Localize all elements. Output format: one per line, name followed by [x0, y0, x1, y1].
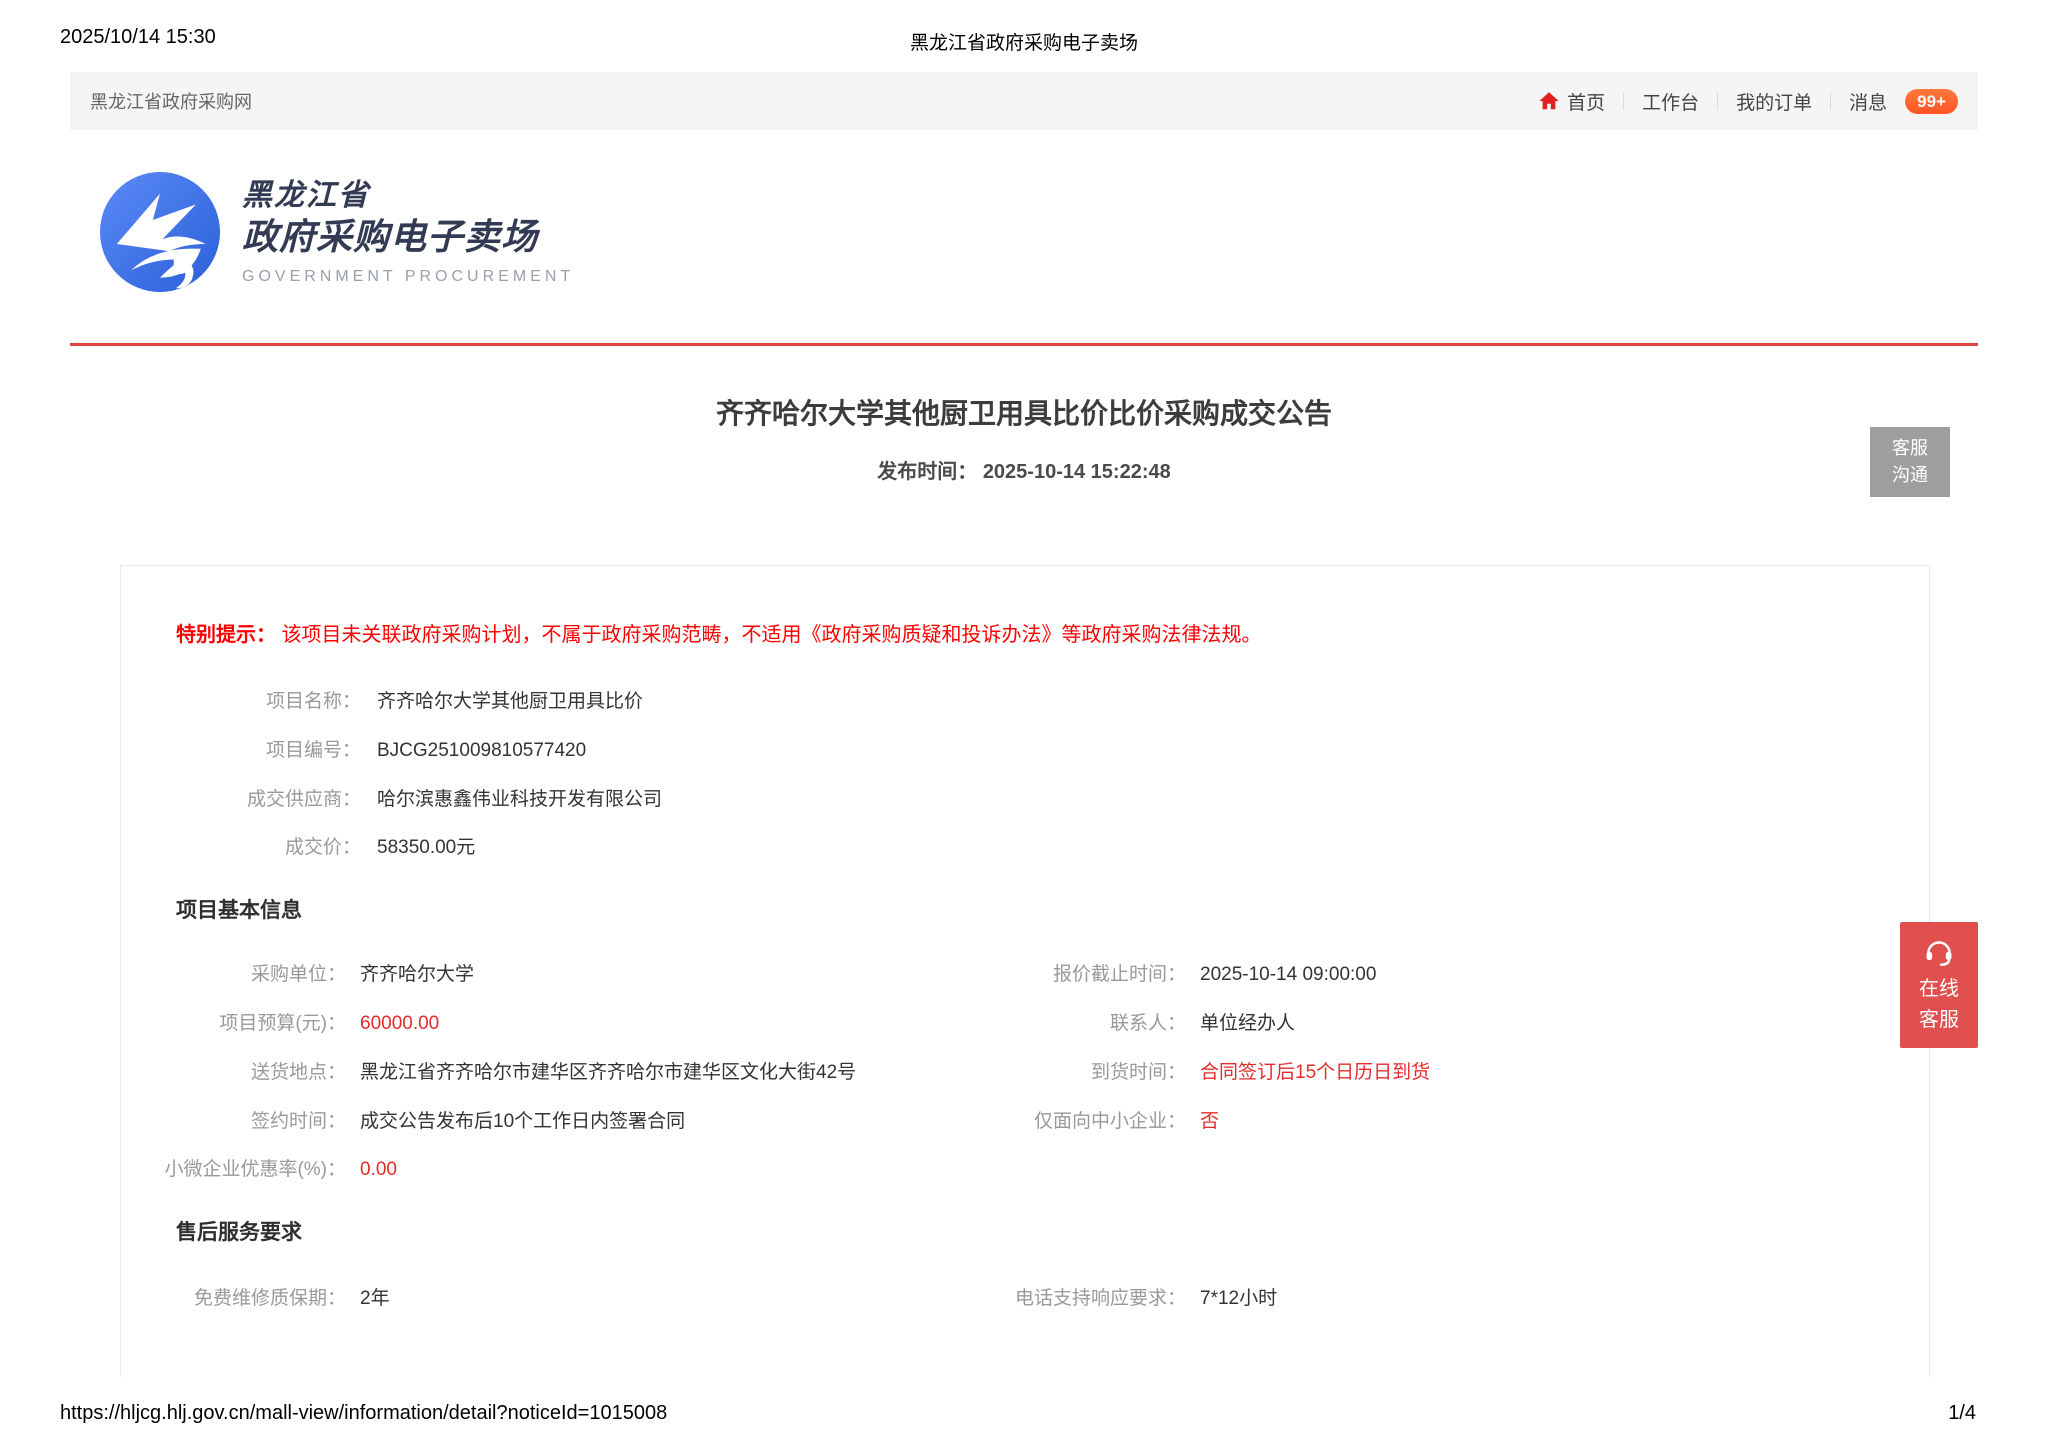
nav-home[interactable]: 首页 [1538, 88, 1605, 115]
field-value: 齐齐哈尔大学其他厨卫用具比价 [377, 691, 643, 714]
field-deal-price: 成交价： 58350.00元 [121, 837, 1929, 860]
field-label: 报价截止时间： [936, 964, 1186, 987]
special-alert: 特别提示： 该项目未关联政府采购计划，不属于政府采购范畴，不适用《政府采购质疑和… [121, 566, 1929, 647]
nav-divider [1830, 92, 1831, 110]
field-value: 2年 [360, 1288, 390, 1311]
basic-info-grid: 采购单位： 齐齐哈尔大学 报价截止时间： 2025-10-14 09:00:00… [121, 964, 1929, 1182]
nav-workbench-label: 工作台 [1642, 88, 1699, 115]
field-label: 项目名称： [121, 691, 361, 714]
publish-time-label: 发布时间： [877, 461, 977, 483]
field-label: 小微企业优惠率(%)： [121, 1159, 346, 1182]
nav-messages-label: 消息 [1849, 88, 1887, 115]
field-value-delivery-time: 合同签订后15个日历日到货 [1200, 1062, 1430, 1085]
field-value: 58350.00元 [377, 837, 475, 860]
logo-line1: 黑龙江省 [242, 177, 574, 215]
info-row: 项目预算(元)： 60000.00 联系人： 单位经办人 [121, 1013, 1929, 1036]
field-value-budget: 60000.00 [360, 1013, 439, 1036]
field-project-number: 项目编号： BJCG251009810577420 [121, 740, 1929, 763]
info-row: 小微企业优惠率(%)： 0.00 [121, 1159, 1929, 1182]
field-value: 成交公告发布后10个工作日内签署合同 [360, 1111, 685, 1134]
customer-service-line1: 客服 [1892, 435, 1928, 462]
publish-time-value: 2025-10-14 15:22:48 [983, 461, 1171, 483]
online-service-line2: 客服 [1919, 1005, 1959, 1036]
field-value-discount-rate: 0.00 [360, 1159, 397, 1182]
field-value: 7*12小时 [1200, 1288, 1277, 1311]
info-row: 采购单位： 齐齐哈尔大学 报价截止时间： 2025-10-14 09:00:00 [121, 964, 1929, 987]
info-row: 送货地点： 黑龙江省齐齐哈尔市建华区齐齐哈尔市建华区文化大街42号 到货时间： … [121, 1062, 1929, 1085]
field-value: 哈尔滨惠鑫伟业科技开发有限公司 [377, 789, 662, 812]
info-row: 签约时间： 成交公告发布后10个工作日内签署合同 仅面向中小企业： 否 [121, 1111, 1929, 1134]
field-label: 联系人： [936, 1013, 1186, 1036]
field-winning-supplier: 成交供应商： 哈尔滨惠鑫伟业科技开发有限公司 [121, 789, 1929, 812]
basic-info-heading: 项目基本信息 [176, 894, 1929, 924]
logo-line3: GOVERNMENT PROCUREMENT [242, 267, 574, 287]
special-alert-text: 该项目未关联政府采购计划，不属于政府采购范畴，不适用《政府采购质疑和投诉办法》等… [282, 624, 1262, 646]
nav-divider [1717, 92, 1718, 110]
field-label: 项目预算(元)： [121, 1013, 346, 1036]
field-label: 采购单位： [121, 964, 346, 987]
field-value: 2025-10-14 09:00:00 [1200, 964, 1376, 987]
summary-fields: 项目名称： 齐齐哈尔大学其他厨卫用具比价 项目编号： BJCG251009810… [121, 691, 1929, 860]
home-icon [1538, 90, 1560, 112]
message-count-badge[interactable]: 99+ [1905, 89, 1958, 114]
navbar: 黑龙江省政府采购网 首页 工作台 我的订单 消息 99+ [70, 72, 1978, 130]
nav-workbench[interactable]: 工作台 [1642, 88, 1699, 115]
dragon-logo-icon [100, 172, 220, 292]
headset-icon [1921, 934, 1957, 968]
field-value: 齐齐哈尔大学 [360, 964, 474, 987]
page: 2025/10/14 15:30 黑龙江省政府采购电子卖场 黑龙江省政府采购网 … [0, 0, 2048, 1447]
field-label: 送货地点： [121, 1062, 346, 1085]
field-label: 到货时间： [936, 1062, 1186, 1085]
info-row: 免费维修质保期： 2年 电话支持响应要求： 7*12小时 [121, 1288, 1929, 1311]
field-label: 项目编号： [121, 740, 361, 763]
nav-divider [1623, 92, 1624, 110]
customer-service-button[interactable]: 客服 沟通 [1870, 427, 1950, 497]
online-service-line1: 在线 [1919, 974, 1959, 1005]
field-label: 成交供应商： [121, 789, 361, 812]
nav-home-label: 首页 [1567, 88, 1605, 115]
notice-title: 齐齐哈尔大学其他厨卫用具比价比价采购成交公告 [0, 392, 2048, 432]
logo-text: 黑龙江省 政府采购电子卖场 GOVERNMENT PROCUREMENT [242, 177, 574, 288]
site-logo[interactable]: 黑龙江省 政府采购电子卖场 GOVERNMENT PROCUREMENT [100, 172, 574, 292]
field-label: 签约时间： [121, 1111, 346, 1134]
field-label: 电话支持响应要求： [936, 1288, 1186, 1311]
field-label: 仅面向中小企业： [936, 1111, 1186, 1134]
special-alert-label: 特别提示： [176, 624, 276, 646]
logo-line2: 政府采购电子卖场 [242, 214, 574, 259]
field-label: 免费维修质保期： [121, 1288, 346, 1311]
field-value: BJCG251009810577420 [377, 740, 586, 763]
field-value-sme-only: 否 [1200, 1111, 1219, 1134]
footer-page-number: 1/4 [1948, 1402, 1976, 1425]
nav-orders[interactable]: 我的订单 [1736, 88, 1812, 115]
notice-content-box: 特别提示： 该项目未关联政府采购计划，不属于政府采购范畴，不适用《政府采购质疑和… [120, 565, 1930, 1377]
nav-orders-label: 我的订单 [1736, 88, 1812, 115]
field-project-name: 项目名称： 齐齐哈尔大学其他厨卫用具比价 [121, 691, 1929, 714]
online-service-button[interactable]: 在线 客服 [1900, 922, 1978, 1048]
field-label: 成交价： [121, 837, 361, 860]
customer-service-line2: 沟通 [1892, 462, 1928, 489]
red-divider [70, 343, 1978, 346]
site-name: 黑龙江省政府采购网 [90, 88, 252, 114]
field-value: 黑龙江省齐齐哈尔市建华区齐齐哈尔市建华区文化大街42号 [360, 1062, 856, 1085]
footer-url: https://hljcg.hlj.gov.cn/mall-view/infor… [60, 1402, 667, 1425]
print-doc-title: 黑龙江省政府采购电子卖场 [0, 28, 2048, 55]
nav-messages[interactable]: 消息 [1849, 88, 1887, 115]
publish-time-row: 发布时间： 2025-10-14 15:22:48 [0, 455, 2048, 484]
field-value: 单位经办人 [1200, 1013, 1295, 1036]
navbar-right: 首页 工作台 我的订单 消息 99+ [1538, 88, 1958, 115]
after-sale-heading: 售后服务要求 [176, 1216, 1929, 1246]
after-sale-grid: 免费维修质保期： 2年 电话支持响应要求： 7*12小时 [121, 1288, 1929, 1311]
